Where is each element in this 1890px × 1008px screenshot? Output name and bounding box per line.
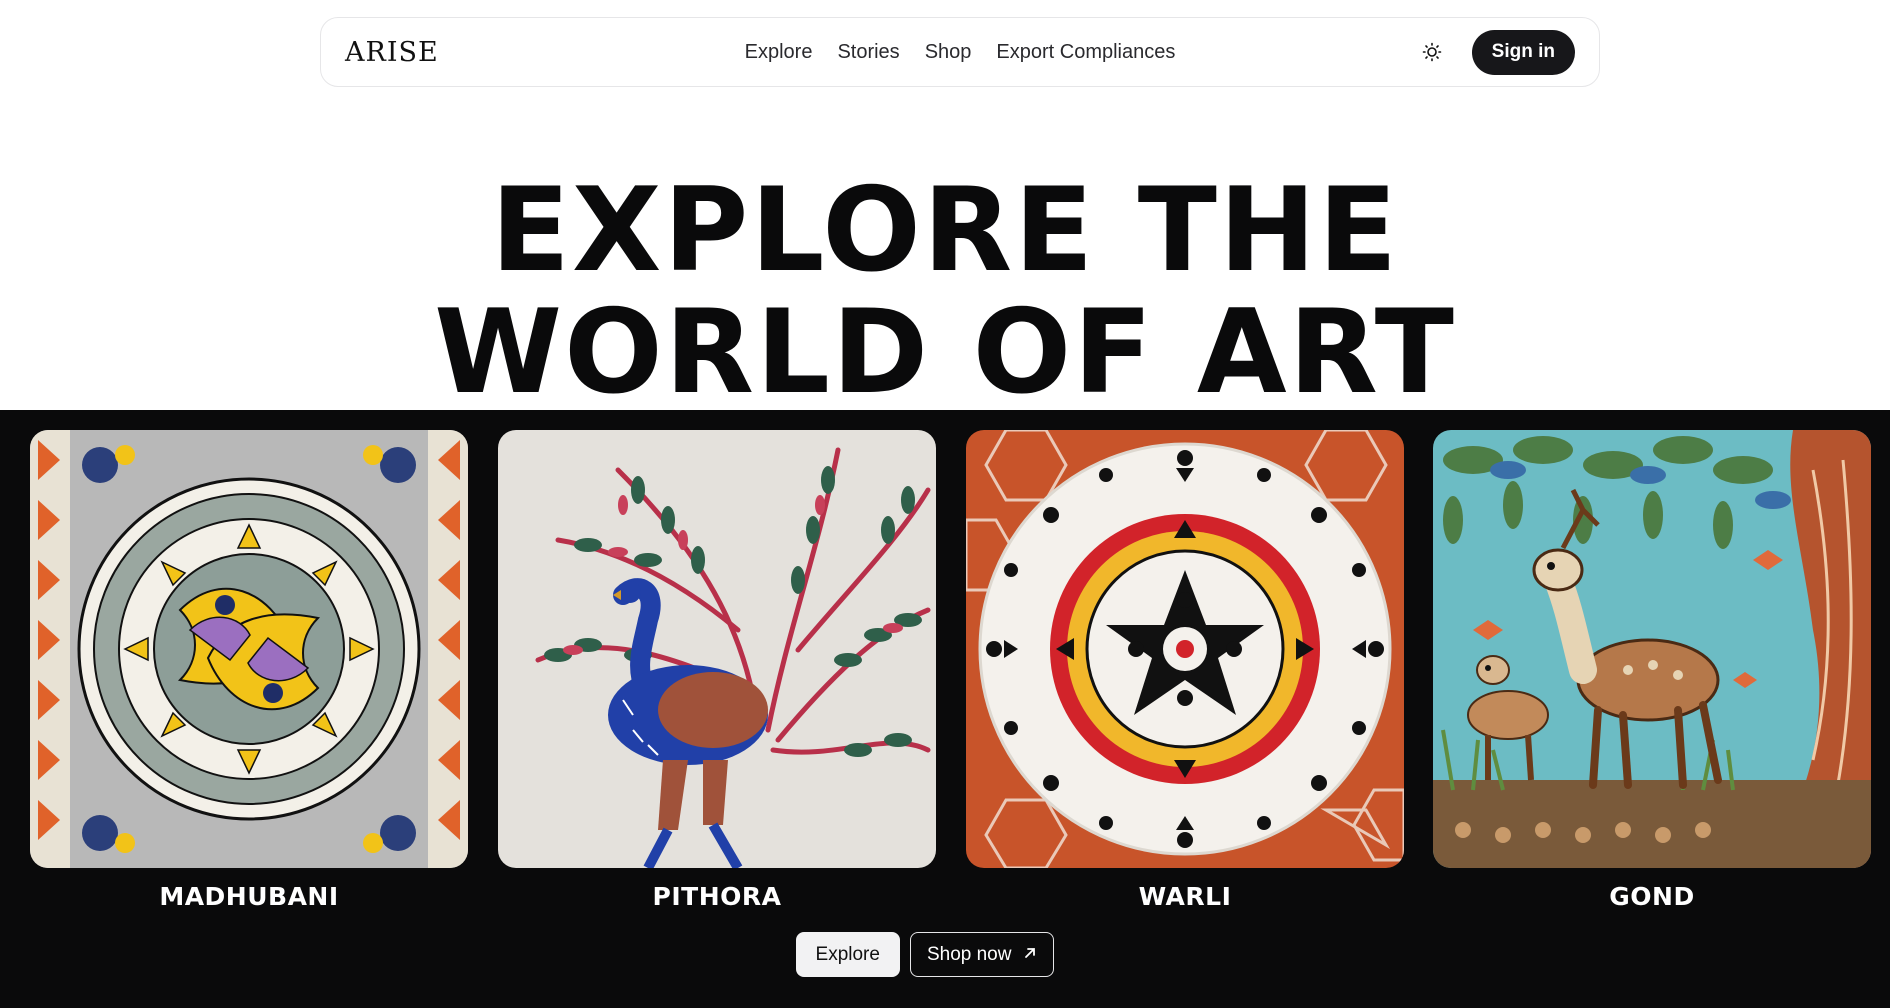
madhubani-image[interactable] (30, 430, 468, 868)
warli-image[interactable] (966, 430, 1404, 868)
art-card-gond[interactable]: GOND (1433, 430, 1871, 911)
nav-link-stories[interactable]: Stories (837, 41, 899, 64)
explore-button[interactable]: Explore (795, 932, 900, 977)
art-card-madhubani[interactable]: MADHUBANI (30, 430, 468, 911)
nav-link-shop[interactable]: Shop (925, 41, 972, 64)
hero-line-2: WORLD OF ART (434, 285, 1456, 420)
gallery-actions: Explore Shop now (0, 932, 1890, 977)
arrow-up-right-icon (1023, 944, 1037, 966)
art-card-label: GOND (1609, 882, 1695, 911)
art-card-warli[interactable]: WARLI (966, 430, 1404, 911)
nav-link-explore[interactable]: Explore (745, 41, 813, 64)
sign-in-button[interactable]: Sign in (1471, 29, 1575, 75)
hero-line-1: EXPLORE THE (490, 163, 1400, 298)
sun-icon[interactable] (1418, 38, 1446, 66)
gond-image[interactable] (1433, 430, 1871, 868)
art-gallery-section: MADHUBANI PITHORA WARLI GOND Explore Sho… (0, 410, 1890, 1008)
pithora-image[interactable] (498, 430, 936, 868)
art-card-label: WARLI (1138, 882, 1232, 911)
hero-heading: EXPLORE THE WORLD OF ART (0, 170, 1890, 414)
shop-now-button[interactable]: Shop now (909, 932, 1055, 977)
shop-now-label: Shop now (926, 943, 1012, 965)
art-card-label: PITHORA (652, 882, 782, 911)
nav-link-export-compliances[interactable]: Export Compliances (996, 41, 1175, 64)
brand-logo[interactable]: ARISE (345, 37, 545, 68)
art-card-label: MADHUBANI (159, 882, 339, 911)
top-navbar: ARISE Explore Stories Shop Export Compli… (320, 17, 1600, 87)
art-card-pithora[interactable]: PITHORA (498, 430, 936, 911)
nav-actions: Sign in (1418, 29, 1575, 75)
